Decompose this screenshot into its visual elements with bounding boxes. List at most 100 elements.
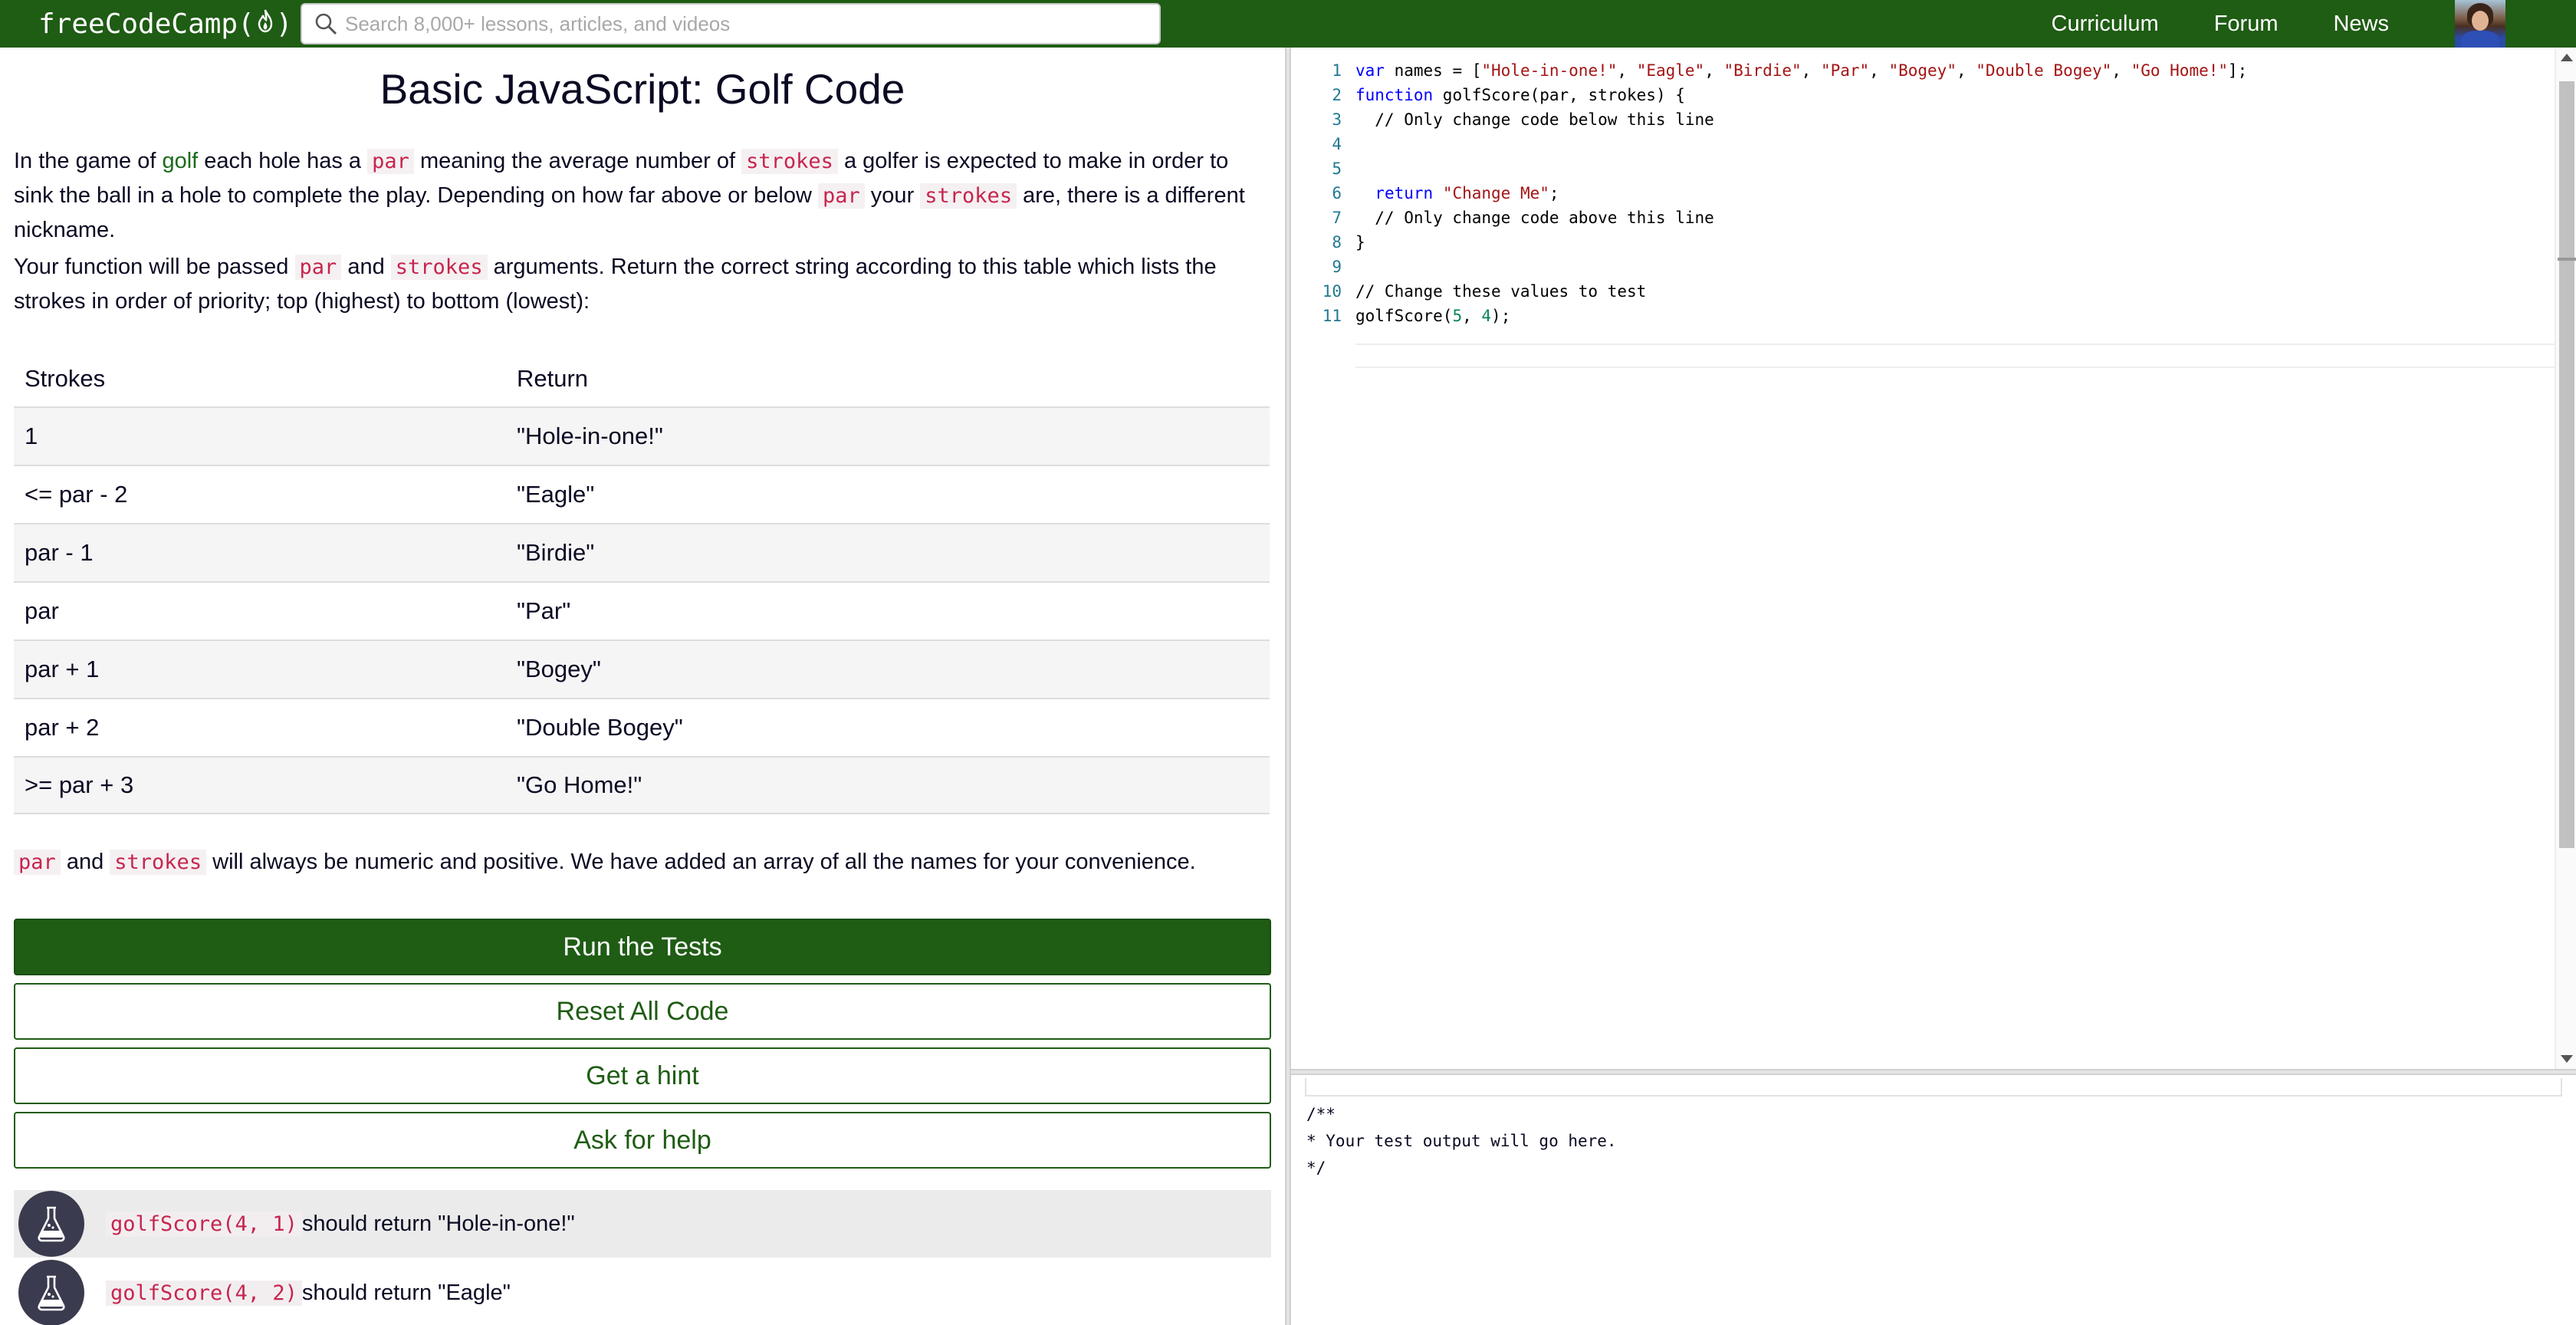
scrollbar-thumb[interactable] (2559, 81, 2574, 848)
user-avatar[interactable] (2455, 0, 2505, 48)
table-header-return: Return (517, 365, 589, 392)
line-number: 3 (1332, 110, 1342, 129)
description-paragraph-2: Your function will be passed par and str… (14, 250, 1271, 319)
strokes-table: Strokes Return 1 "Hole-in-one!" <= par -… (14, 351, 1270, 814)
code-text: golfScore(5, 4); (1355, 307, 1511, 325)
avatar-body (2461, 31, 2499, 48)
code-line: 9 (1291, 255, 1342, 279)
code-line: 2 function golfScore(par, strokes) { (1291, 83, 1685, 107)
p3-text-b: will always be numeric and positive. We … (206, 850, 1196, 874)
p1-text-c: meaning the average number of (413, 149, 742, 173)
code-text: function golfScore(par, strokes) { (1355, 86, 1685, 104)
line-number: 1 (1332, 61, 1342, 80)
line-number: 6 (1332, 184, 1342, 202)
nav-link-forum[interactable]: Forum (2214, 12, 2279, 37)
line-number: 8 (1332, 233, 1342, 252)
description-paragraph-3: par and strokes will always be numeric a… (14, 845, 1271, 879)
table-cell-return: "Eagle" (517, 481, 595, 508)
test-text: should return "Eagle" (301, 1280, 511, 1305)
search-input[interactable] (345, 12, 1150, 36)
code-strokes: strokes (741, 149, 838, 174)
table-cell-strokes: par + 2 (25, 714, 100, 741)
overview-ruler-mark (2558, 258, 2576, 261)
code-editor[interactable]: 1 var names = ["Hole-in-one!", "Eagle", … (1291, 48, 2576, 1069)
table-row: par + 2 "Double Bogey" (14, 698, 1270, 756)
logo-paren-close: ) (275, 8, 293, 40)
get-hint-button[interactable]: Get a hint (14, 1047, 1271, 1104)
table-cell-return: "Bogey" (517, 656, 601, 682)
test-output-text: /** * Your test output will go here. */ (1306, 1105, 1617, 1177)
table-cell-return: "Go Home!" (517, 771, 642, 798)
logo-text: freeCodeCamp (38, 8, 238, 40)
p2-text-a: Your function will be passed (14, 255, 295, 279)
table-cell-strokes: <= par - 2 (25, 481, 128, 508)
p3-text-a: and (60, 850, 110, 874)
code-comment: // Change these values to test (1355, 282, 1647, 301)
test-code: golfScore(4, 2) (106, 1280, 302, 1306)
freecodecamp-logo[interactable]: freeCodeCamp() (38, 5, 292, 43)
code-strokes: strokes (920, 183, 1017, 209)
challenge-pane: Basic JavaScript: Golf Code In the game … (0, 48, 1285, 1325)
challenge-title: Basic JavaScript: Golf Code (380, 65, 905, 113)
table-cell-return: "Double Bogey" (517, 714, 683, 741)
search-bar[interactable] (301, 3, 1161, 44)
table-row: 1 "Hole-in-one!" (14, 406, 1270, 465)
code-comment: // Only change code above this line (1355, 209, 1714, 227)
test-item: golfScore(4, 1) should return "Hole-in-o… (14, 1190, 1271, 1258)
line-number: 7 (1332, 209, 1342, 227)
p2-text-b: and (341, 255, 391, 279)
code-comment: // Only change code below this line (1355, 110, 1714, 129)
table-header-strokes: Strokes (25, 365, 106, 392)
table-row: >= par + 3 "Go Home!" (14, 756, 1270, 814)
current-line-highlight (1355, 344, 2574, 368)
test-text: should return "Hole-in-one!" (301, 1211, 575, 1236)
search-icon (313, 11, 339, 37)
code-line: 3 // Only change code below this line (1291, 107, 1714, 132)
editor-scrollbar[interactable] (2555, 48, 2576, 1069)
table-cell-return: "Birdie" (517, 539, 595, 566)
nav-links: Curriculum Forum News (1996, 0, 2390, 48)
output-header-bar (1305, 1078, 2562, 1096)
p1-text-a: In the game of (14, 149, 163, 173)
table-header-row: Strokes Return (14, 351, 1270, 406)
avatar-face (2472, 11, 2489, 31)
code-line: 8 } (1291, 230, 1365, 255)
line-number: 2 (1332, 86, 1342, 104)
run-tests-button[interactable]: Run the Tests (14, 919, 1271, 975)
table-row: par + 1 "Bogey" (14, 639, 1270, 698)
test-item: golfScore(4, 2) should return "Eagle" (14, 1259, 1271, 1325)
code-line: 4 (1291, 132, 1342, 156)
code-line: 1 var names = ["Hole-in-one!", "Eagle", … (1291, 58, 2247, 83)
flask-icon (18, 1191, 84, 1257)
nav-link-news[interactable]: News (2333, 12, 2389, 37)
code-text: } (1355, 233, 1365, 252)
nav-link-curriculum[interactable]: Curriculum (2052, 12, 2159, 37)
table-cell-return: "Hole-in-one!" (517, 422, 663, 449)
pane-resize-handle[interactable] (1285, 48, 1291, 1325)
table-row: par - 1 "Birdie" (14, 523, 1270, 581)
scroll-down-arrow-icon[interactable] (2561, 1055, 2573, 1063)
p1-text-e: your (864, 183, 921, 208)
code-text: var names = ["Hole-in-one!", "Eagle", "B… (1355, 61, 2248, 80)
description-paragraph-1: In the game of golf each hole has a par … (14, 144, 1271, 248)
flask-icon (18, 1260, 84, 1325)
output-resize-handle[interactable] (1291, 1069, 2576, 1075)
test-code: golfScore(4, 1) (106, 1211, 302, 1237)
line-number: 11 (1322, 307, 1342, 325)
top-navbar: freeCodeCamp() Curriculum Forum News (0, 0, 2576, 48)
table-cell-strokes: 1 (25, 422, 38, 449)
table-row: par "Par" (14, 581, 1270, 639)
logo-paren-open: ( (238, 8, 255, 40)
code-par: par (294, 255, 342, 280)
code-line: 10 // Change these values to test (1291, 279, 1647, 304)
reset-code-button[interactable]: Reset All Code (14, 983, 1271, 1040)
code-line: 7 // Only change code above this line (1291, 205, 1714, 230)
table-cell-return: "Par" (517, 597, 571, 624)
scroll-up-arrow-icon[interactable] (2561, 54, 2573, 61)
table-cell-strokes: par (25, 597, 59, 624)
table-cell-strokes: par + 1 (25, 656, 100, 682)
table-row: <= par - 2 "Eagle" (14, 465, 1270, 523)
code-line: 11 golfScore(5, 4); (1291, 304, 1511, 328)
ask-for-help-button[interactable]: Ask for help (14, 1112, 1271, 1169)
golf-link[interactable]: golf (162, 149, 198, 173)
